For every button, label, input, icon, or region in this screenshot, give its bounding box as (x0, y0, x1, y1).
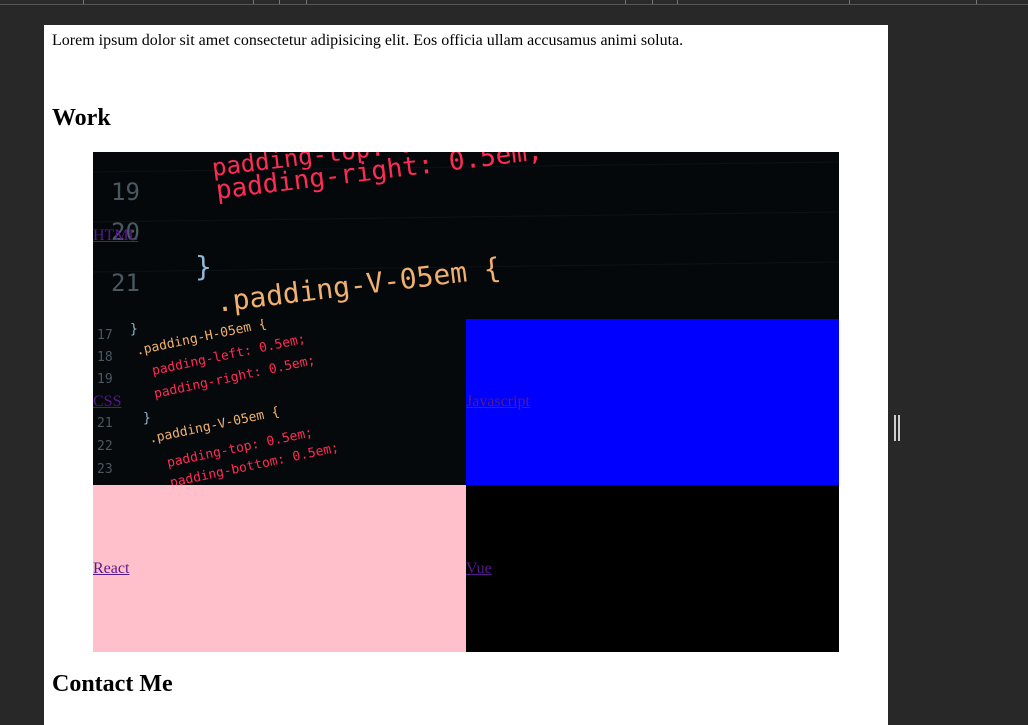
intro-paragraph: Lorem ipsum dolor sit amet consectetur a… (52, 32, 684, 49)
resize-handle-bar (898, 415, 900, 441)
code-line: } (130, 322, 138, 337)
work-tile-css: 17 } .padding-H-05em { 18 padding-left: … (93, 319, 466, 485)
vue-link[interactable]: Vue (466, 560, 492, 578)
javascript-link[interactable]: Javascript (466, 393, 530, 411)
ruler-tick (253, 0, 254, 4)
code-line-number: 21 (97, 416, 113, 431)
code-line-number: 21 (111, 269, 140, 297)
code-line-number: 23 (97, 462, 113, 477)
page-content: Lorem ipsum dolor sit amet consectetur a… (44, 25, 888, 725)
code-background-image: 19 padding-right: 0.5em; 20 } 21 .paddin… (93, 152, 839, 319)
code-line: } (143, 411, 151, 426)
react-link[interactable]: React (93, 560, 129, 578)
work-tile-vue: Vue (466, 485, 839, 652)
code-line-number: 19 (97, 372, 113, 387)
ruler-tick (976, 0, 977, 4)
work-tile-html: 19 padding-right: 0.5em; 20 } 21 .paddin… (93, 152, 839, 319)
resize-handle-icon[interactable] (894, 415, 902, 441)
ruler-tick (652, 0, 653, 4)
work-tile-react: React (93, 485, 466, 652)
code-line-number: 17 (97, 328, 113, 343)
ruler-tick (625, 0, 626, 4)
code-line: } (195, 250, 212, 283)
ruler-tick (677, 0, 678, 4)
ruler-tick (279, 0, 280, 4)
code-line-number: 18 (97, 350, 113, 365)
devtools-ruler (0, 0, 1028, 5)
work-heading: Work (52, 105, 111, 131)
code-background-image: 17 } .padding-H-05em { 18 padding-left: … (93, 319, 466, 485)
code-line-number: 19 (111, 178, 140, 206)
css-link[interactable]: CSS (93, 393, 121, 411)
code-line-number: 22 (97, 439, 113, 454)
ruler-tick (306, 0, 307, 4)
html-link[interactable]: HTML (93, 227, 138, 245)
resize-handle-bar (894, 415, 896, 441)
work-tile-javascript: Javascript (466, 319, 839, 485)
ruler-tick (83, 0, 84, 4)
ruler-tick (849, 0, 850, 4)
